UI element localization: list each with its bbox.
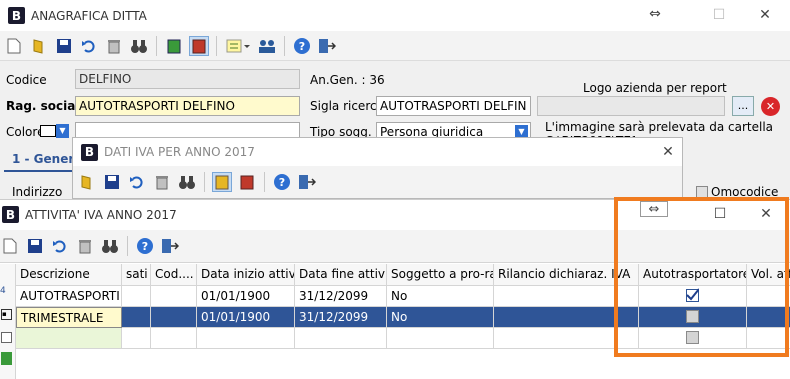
cell-data-fine[interactable] (295, 328, 387, 349)
trash-icon[interactable] (75, 236, 95, 256)
sigla-label: Sigla ricerca (310, 99, 384, 113)
undo-icon[interactable] (50, 236, 70, 256)
cell-pro-rata[interactable]: No (387, 286, 494, 307)
app-logo-icon: B (8, 7, 25, 24)
column-header-data-inizio[interactable]: Data inizio attività (197, 264, 295, 286)
binoculars-icon[interactable] (129, 36, 149, 56)
toolbar-separator (264, 172, 265, 192)
column-header-data-fine[interactable]: Data fine attività (295, 264, 387, 286)
toolbar-separator (127, 236, 128, 256)
exit-icon[interactable] (160, 236, 180, 256)
indirizzo-label: Indirizzo (12, 185, 63, 199)
angen-label: An.Gen. : 36 (310, 73, 385, 87)
cell-descrizione[interactable]: TRIMESTRALE (16, 307, 122, 328)
maximize-button[interactable]: ☐ (704, 5, 734, 25)
new-icon[interactable] (0, 236, 20, 256)
toolbar-separator (204, 172, 205, 192)
svg-text:?: ? (299, 40, 305, 53)
svg-text:?: ? (279, 176, 285, 189)
ragsoc-field[interactable]: AUTOTRASPORTI DELFINO (75, 96, 300, 116)
svg-text:?: ? (142, 240, 148, 253)
column-header-pro-rata[interactable]: Soggetto a pro-rata (387, 264, 494, 286)
undo-icon[interactable] (79, 36, 99, 56)
undo-icon[interactable] (127, 172, 147, 192)
close-button[interactable]: ✕ (750, 5, 780, 25)
new-icon[interactable] (4, 36, 24, 56)
help-icon[interactable]: ? (272, 172, 292, 192)
attivita-title: ATTIVITA' IVA ANNO 2017 (25, 207, 177, 222)
cell-descrizione[interactable]: AUTOTRASPORTI (16, 286, 122, 307)
help-icon[interactable]: ? (292, 36, 312, 56)
toolbar-separator (284, 35, 285, 56)
cell-pro-rata[interactable]: No (387, 307, 494, 328)
book-red-icon[interactable] (237, 172, 257, 192)
highlight-frame (614, 197, 789, 357)
dati-iva-titlebar: B DATI IVA PER ANNO 2017 (73, 138, 682, 166)
toolbar-separator (156, 35, 157, 56)
cell-sati[interactable] (122, 328, 151, 349)
row-pointer-icon: 4 (0, 286, 6, 296)
exit-icon[interactable] (317, 36, 337, 56)
cell-cod[interactable] (151, 286, 197, 307)
toolbar-separator (216, 35, 217, 56)
chevron-down-icon: ▼ (56, 124, 69, 138)
sigla-field[interactable]: AUTOTRASPORTI DELFIN (376, 96, 531, 116)
trash-icon[interactable] (104, 36, 124, 56)
cell-data-inizio[interactable]: 01/01/1900 (197, 307, 295, 328)
app-logo-icon: B (81, 143, 98, 161)
binoculars-icon[interactable] (177, 172, 197, 192)
dati-iva-title: DATI IVA PER ANNO 2017 (104, 145, 255, 159)
cell-data-inizio[interactable]: 01/01/1900 (197, 286, 295, 307)
dati-iva-window: B DATI IVA PER ANNO 2017 ✕ ? (72, 137, 683, 199)
move-icon[interactable]: ⇔ (640, 4, 670, 24)
column-header-descrizione[interactable]: Descrizione (16, 264, 122, 286)
cell-sati[interactable] (122, 286, 151, 307)
color-picker[interactable]: ▼ (40, 124, 70, 138)
cell-data-fine[interactable]: 31/12/2099 (295, 307, 387, 328)
anagrafica-toolbar: ? (0, 31, 790, 61)
cell-sati[interactable] (122, 307, 151, 328)
browse-button[interactable]: ... (732, 96, 754, 116)
book-green-icon[interactable] (164, 36, 184, 56)
row-add-icon (1, 352, 12, 365)
colore-label: Colore (6, 125, 45, 139)
row-edit-icon: ▪ (1, 309, 12, 320)
logo-path-field[interactable] (537, 96, 725, 116)
codice-label: Codice (6, 73, 47, 87)
book-red-icon[interactable] (189, 35, 209, 56)
dati-iva-toolbar: ? (73, 166, 682, 198)
exit-icon[interactable] (297, 172, 317, 192)
list-icon[interactable] (224, 36, 252, 56)
close-button[interactable]: ✕ (653, 142, 683, 162)
book-yellow-icon[interactable] (212, 172, 232, 192)
anagrafica-titlebar: B ANAGRAFICA DITTA (0, 0, 790, 31)
column-header-sati[interactable]: sati (122, 264, 151, 286)
row-indicator-strip: 4 ▪ (0, 264, 16, 379)
cell-pro-rata[interactable] (387, 328, 494, 349)
column-header-cod[interactable]: Cod.... (151, 264, 197, 286)
cell-descrizione[interactable] (16, 328, 122, 349)
users-icon[interactable] (257, 36, 277, 56)
logo-label: Logo azienda per report (583, 81, 727, 95)
cell-data-fine[interactable]: 31/12/2099 (295, 286, 387, 307)
cell-cod[interactable] (151, 307, 197, 328)
app-logo-icon: B (2, 206, 19, 223)
trash-icon[interactable] (152, 172, 172, 192)
row-list-icon (1, 332, 12, 343)
clear-logo-icon[interactable]: ✕ (761, 97, 780, 116)
save-icon[interactable] (102, 172, 122, 192)
cell-cod[interactable] (151, 328, 197, 349)
folder-icon[interactable] (29, 36, 49, 56)
save-icon[interactable] (25, 236, 45, 256)
folder-icon[interactable] (77, 172, 97, 192)
anagrafica-title: ANAGRAFICA DITTA (31, 8, 147, 23)
image-note-line1: L'immagine sarà prelevata da cartella (545, 120, 774, 134)
save-icon[interactable] (54, 36, 74, 56)
color-swatch (40, 125, 56, 137)
help-icon[interactable]: ? (135, 236, 155, 256)
codice-field[interactable]: DELFINO (75, 69, 300, 89)
cell-data-inizio[interactable] (197, 328, 295, 349)
binoculars-icon[interactable] (100, 236, 120, 256)
